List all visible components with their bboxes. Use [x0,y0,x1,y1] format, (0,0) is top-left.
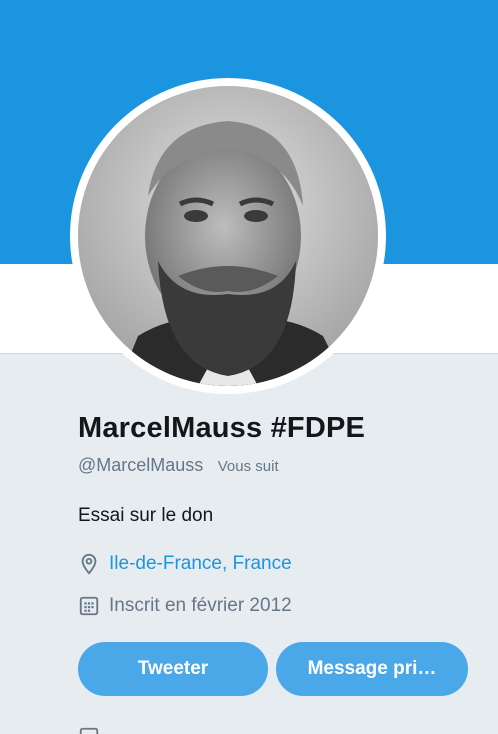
follows-you-badge: Vous suit [217,458,279,475]
profile-bio: Essai sur le don [78,505,214,526]
tweet-to-button[interactable]: Tweeter [78,642,268,696]
calendar-icon [78,595,100,617]
avatar[interactable] [70,78,386,394]
avatar-portrait-image [78,86,378,386]
location-pin-icon [78,553,100,575]
profile-join-date: Inscrit en février 2012 [78,595,292,617]
direct-message-button[interactable]: Message pri… [276,642,468,696]
profile-location[interactable]: Ile-de-France, France [78,553,292,575]
location-link[interactable]: Ile-de-France, France [109,553,292,575]
join-date-text: Inscrit en février 2012 [109,595,292,616]
user-handle[interactable]: @MarcelMauss [78,455,203,475]
handle-row: @MarcelMauss Vous suit [78,455,279,476]
media-icon [78,726,100,734]
display-name[interactable]: MarcelMauss #FDPE [78,412,365,445]
avatar-photo [78,86,378,386]
